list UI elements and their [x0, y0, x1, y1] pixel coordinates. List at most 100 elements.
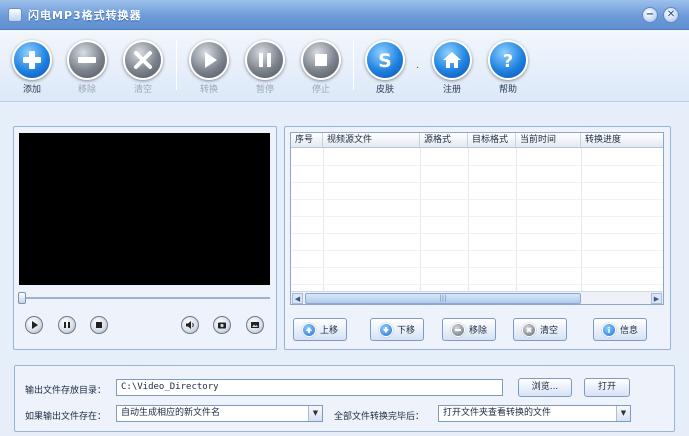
app-icon [8, 8, 22, 22]
skin-dropdown-indicator[interactable]: · [416, 63, 419, 74]
grid-line [291, 267, 663, 268]
pause-button[interactable]: 暂停 [243, 40, 287, 95]
info-button[interactable]: 信息 [593, 318, 647, 341]
plus-icon [12, 40, 52, 80]
remove-button[interactable]: 移除 [65, 40, 109, 95]
grid-line [291, 284, 663, 285]
file-exists-label: 如果输出文件存在： [25, 412, 107, 422]
grid-line [420, 148, 421, 292]
grid-line [291, 233, 663, 234]
list-clear-label: 清空 [539, 326, 558, 336]
list-clear-button[interactable]: 清空 [513, 318, 567, 341]
scroll-left-icon[interactable]: ◀ [292, 293, 303, 304]
grid-line [468, 148, 469, 292]
minimize-button[interactable]: − [642, 7, 658, 23]
output-dir-field[interactable]: C:\Video_Directory [116, 379, 503, 396]
open-image-folder-button[interactable] [246, 316, 264, 334]
file-exists-value: 自动生成相应的新文件名 [121, 408, 221, 418]
seek-slider[interactable] [18, 292, 26, 304]
after-convert-value: 打开文件夹查看转换的文件 [443, 408, 552, 418]
video-preview [19, 133, 270, 285]
title-bar: 闪电MP3格式转换器 − ✕ [0, 0, 689, 30]
stop-icon [96, 322, 102, 328]
window-title: 闪电MP3格式转换器 [28, 9, 142, 22]
move-up-label: 上移 [319, 326, 338, 336]
grid-line [516, 148, 517, 292]
grid-line [291, 216, 663, 217]
column-header-progress[interactable]: 转换进度 [581, 133, 663, 148]
pause-icon [245, 40, 285, 80]
snapshot-button[interactable] [213, 316, 231, 334]
horizontal-scrollbar[interactable]: ◀ ||| ▶ [291, 291, 663, 304]
column-header-current-time[interactable]: 当前时间 [516, 133, 581, 148]
toolbar-separator [176, 40, 177, 90]
close-button[interactable]: ✕ [663, 7, 679, 23]
home-icon [432, 40, 472, 80]
question-icon: ? [488, 40, 528, 80]
pause-label: 暂停 [255, 85, 274, 95]
minus-icon [450, 322, 465, 337]
seek-track[interactable] [21, 297, 270, 299]
list-remove-label: 移除 [468, 326, 487, 336]
clear-label: 清空 [133, 85, 152, 95]
scroll-right-icon[interactable]: ▶ [651, 293, 662, 304]
clear-button[interactable]: 清空 [121, 40, 165, 95]
open-folder-button[interactable]: 打开 [584, 378, 630, 397]
convert-button[interactable]: 转换 [187, 40, 231, 95]
arrow-up-icon [301, 322, 316, 337]
stop-icon [301, 40, 341, 80]
toolbar-separator [353, 40, 354, 90]
picture-icon [251, 322, 259, 328]
after-convert-select[interactable]: 打开文件夹查看转换的文件 ▼ [438, 405, 631, 422]
player-play-button[interactable] [25, 316, 43, 334]
chevron-down-icon[interactable]: ▼ [616, 406, 630, 421]
x-icon [521, 322, 536, 337]
column-header-target-format[interactable]: 目标格式 [468, 133, 516, 148]
grid-line [581, 148, 582, 292]
minus-icon [67, 40, 107, 80]
file-exists-select[interactable]: 自动生成相应的新文件名 ▼ [116, 405, 323, 422]
volume-button[interactable] [181, 316, 199, 334]
play-icon [189, 40, 229, 80]
after-convert-label: 全部文件转换完毕后： [334, 412, 425, 422]
stop-label: 停止 [311, 85, 330, 95]
toolbar: 添加 移除 清空 转换 暂停 停止 S 皮肤 · 注册 ? 帮助 [0, 30, 689, 102]
grid-line [291, 199, 663, 200]
move-up-button[interactable]: 上移 [293, 318, 347, 341]
register-button[interactable]: 注册 [430, 40, 474, 95]
arrow-down-icon [378, 322, 393, 337]
column-header-source-file[interactable]: 视频源文件 [323, 133, 420, 148]
register-label: 注册 [442, 85, 461, 95]
stop-button[interactable]: 停止 [299, 40, 343, 95]
column-header-index[interactable]: 序号 [291, 133, 323, 148]
scroll-thumb[interactable]: ||| [305, 293, 581, 304]
skin-button[interactable]: S 皮肤 [363, 40, 407, 95]
svg-text:?: ? [503, 51, 513, 71]
grid-line [291, 165, 663, 166]
list-remove-button[interactable]: 移除 [442, 318, 496, 341]
play-icon [32, 321, 38, 329]
remove-label: 移除 [77, 85, 96, 95]
add-label: 添加 [22, 85, 41, 95]
column-header-source-format[interactable]: 源格式 [420, 133, 468, 148]
convert-label: 转换 [199, 85, 218, 95]
player-stop-button[interactable] [90, 316, 108, 334]
chevron-down-icon[interactable]: ▼ [308, 406, 322, 421]
svg-text:S: S [378, 50, 392, 71]
grid-line [291, 182, 663, 183]
player-pause-button[interactable] [58, 316, 76, 334]
speaker-icon [186, 321, 194, 329]
help-label: 帮助 [498, 85, 517, 95]
add-button[interactable]: 添加 [10, 40, 54, 95]
browse-button[interactable]: 浏览... [518, 378, 572, 397]
x-icon [123, 40, 163, 80]
scroll-grip: ||| [439, 294, 447, 302]
file-list-header: 序号 视频源文件 源格式 目标格式 当前时间 转换进度 [291, 133, 663, 148]
move-down-button[interactable]: 下移 [370, 318, 424, 341]
info-label: 信息 [619, 326, 638, 336]
file-list[interactable]: 序号 视频源文件 源格式 目标格式 当前时间 转换进度 ◀ ||| ▶ [290, 132, 664, 305]
output-dir-label: 输出文件存放目录： [25, 386, 107, 396]
help-button[interactable]: ? 帮助 [486, 40, 530, 95]
skin-s-icon: S [365, 40, 405, 80]
skin-label: 皮肤 [375, 85, 394, 95]
